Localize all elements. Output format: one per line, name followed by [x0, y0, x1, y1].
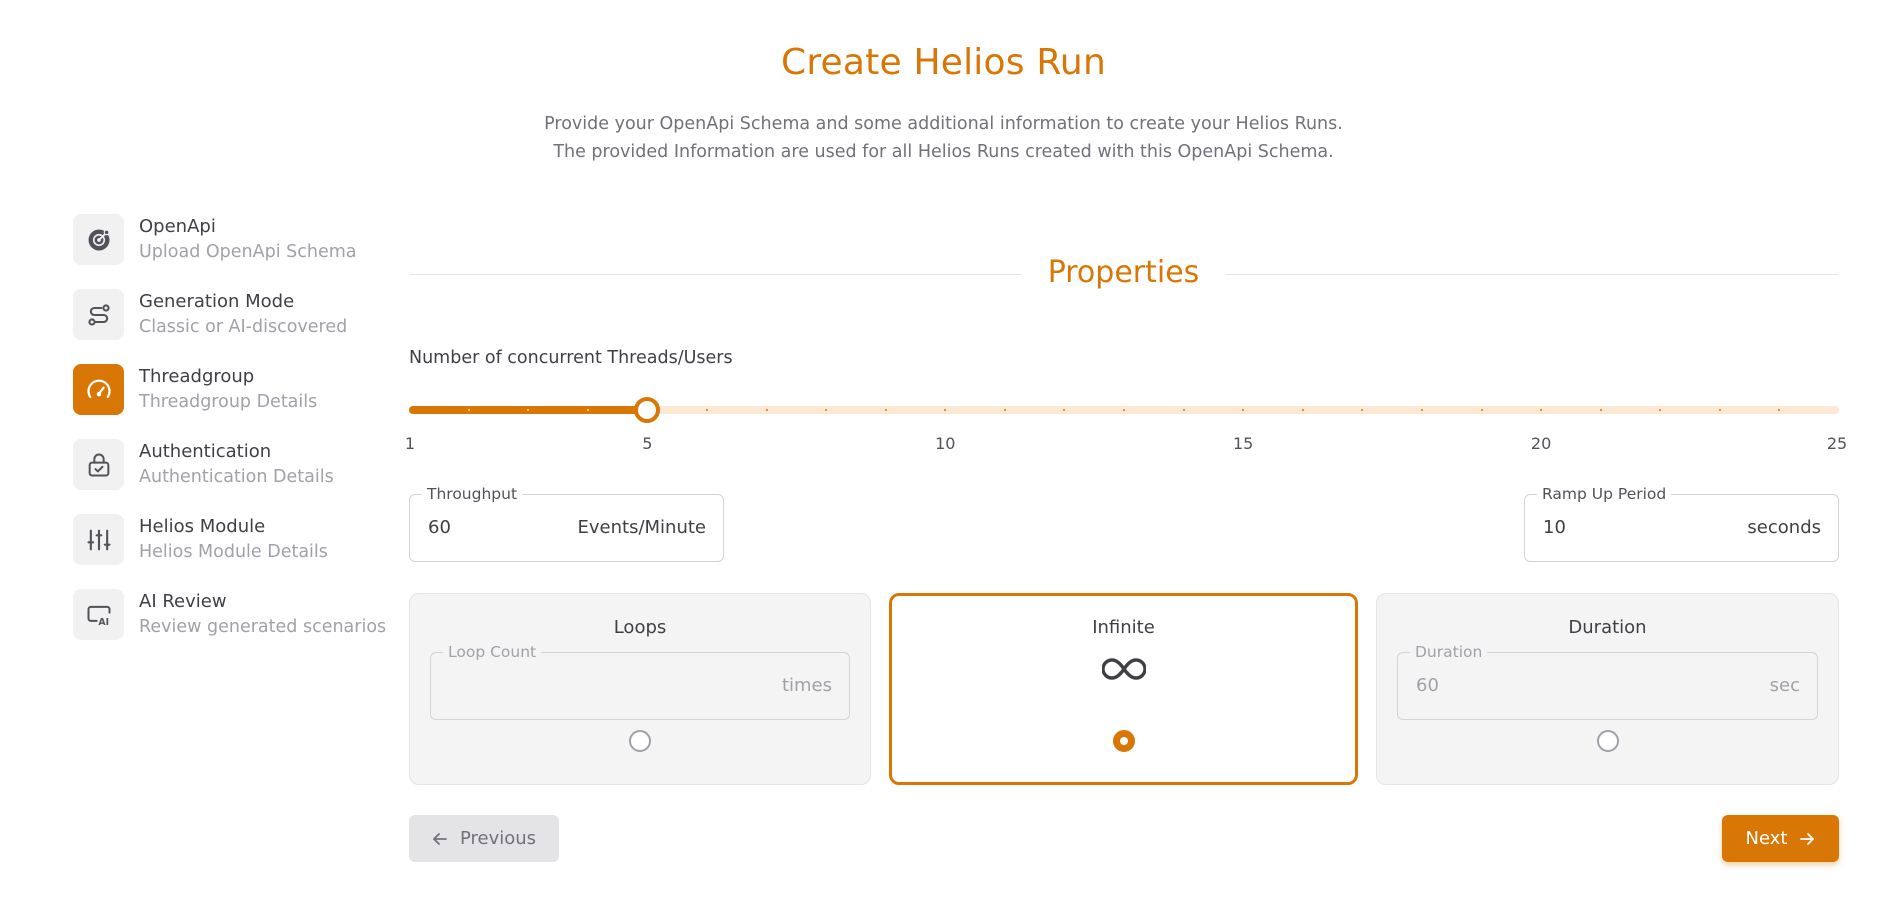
ramp-up-label: Ramp Up Period: [1537, 484, 1672, 504]
slider-thumb[interactable]: [634, 397, 661, 423]
ai-review-icon: AI: [73, 589, 124, 640]
step-generation-mode[interactable]: Generation Mode Classic or AI-discovered: [73, 289, 393, 341]
slider-tick: [1659, 409, 1662, 411]
slider-tick: [765, 409, 768, 411]
loops-radio[interactable]: [629, 730, 651, 752]
section-divider-left: [409, 274, 1021, 275]
slider-tick: [1420, 409, 1423, 411]
slider-mark: 10: [935, 434, 956, 453]
loops-card[interactable]: Loops Loop Count times: [409, 593, 871, 785]
throughput-unit: Events/Minute: [577, 517, 707, 538]
slider-mark: 25: [1826, 434, 1848, 453]
slider-mark: 5: [642, 434, 653, 453]
duration-unit: sec: [1769, 675, 1800, 696]
slider-tick: [1361, 409, 1364, 411]
infinite-title: Infinite: [1092, 617, 1155, 638]
step-title: Threadgroup: [139, 366, 255, 387]
loop-count-input[interactable]: [449, 675, 649, 696]
step-description: Threadgroup Details: [139, 392, 318, 412]
slider-tick: [1301, 409, 1304, 411]
slider-tick: [467, 409, 470, 411]
arrow-right-icon: [1800, 832, 1815, 845]
infinite-card[interactable]: Infinite: [889, 593, 1358, 785]
subtitle-line-1: Provide your OpenApi Schema and some add…: [544, 114, 1343, 134]
step-description: Review generated scenarios: [139, 617, 387, 637]
threads-slider[interactable]: [409, 397, 1839, 423]
route-icon: [73, 289, 124, 340]
step-title: Generation Mode: [139, 291, 295, 312]
arrow-left-icon: [433, 832, 447, 845]
section-divider-right: [1226, 274, 1839, 275]
next-label: Next: [1745, 828, 1788, 849]
slider-tick: [1480, 409, 1483, 411]
previous-button[interactable]: Previous: [409, 815, 559, 862]
slider-tick: [944, 409, 947, 411]
step-description: Classic or AI-discovered: [139, 317, 348, 337]
infinite-radio[interactable]: [1112, 730, 1135, 752]
step-description: Upload OpenApi Schema: [139, 242, 357, 262]
step-title: AI Review: [139, 591, 227, 612]
slider-tick: [1063, 409, 1066, 411]
throughput-field[interactable]: Throughput Events/Minute: [409, 484, 724, 562]
step-title: Helios Module: [139, 516, 266, 537]
infinity-icon: [1101, 658, 1146, 680]
slider-tick: [884, 409, 887, 411]
ramp-up-field[interactable]: Ramp Up Period seconds: [1524, 484, 1839, 562]
gauge-icon: [73, 364, 124, 415]
step-authentication[interactable]: Authentication Authentication Details: [73, 439, 393, 491]
step-openapi[interactable]: OpenApi Upload OpenApi Schema: [73, 214, 393, 266]
duration-card[interactable]: Duration Duration sec: [1376, 593, 1839, 785]
previous-label: Previous: [459, 828, 537, 849]
slider-tick: [1599, 409, 1602, 411]
slider-tick: [825, 409, 828, 411]
step-helios-module[interactable]: Helios Module Helios Module Details: [73, 514, 393, 566]
ramp-up-input[interactable]: [1543, 517, 1693, 538]
slider-mark: 15: [1232, 434, 1254, 453]
ramp-up-unit: seconds: [1747, 517, 1821, 538]
page-subtitle: Provide your OpenApi Schema and some add…: [0, 110, 1881, 166]
slider-tick: [1242, 409, 1245, 411]
slider-mark: 20: [1530, 434, 1552, 453]
slider-tick: [705, 409, 708, 411]
loop-count-label: Loop Count: [443, 642, 542, 662]
step-ai-review[interactable]: AI AI Review Review generated scenarios: [73, 589, 393, 641]
duration-field[interactable]: Duration sec: [1397, 642, 1818, 720]
duration-title: Duration: [1568, 617, 1647, 638]
step-title: Authentication: [139, 441, 272, 462]
threads-slider-label: Number of concurrent Threads/Users: [409, 348, 733, 368]
step-threadgroup[interactable]: Threadgroup Threadgroup Details: [73, 364, 393, 416]
step-description: Helios Module Details: [139, 542, 328, 562]
step-description: Authentication Details: [139, 467, 334, 487]
slider-mark: 1: [404, 434, 416, 453]
openapi-icon: [73, 214, 124, 265]
slider-tick: [1003, 409, 1006, 411]
duration-input[interactable]: [1416, 675, 1616, 696]
loop-count-unit: times: [781, 675, 832, 696]
page-title: Create Helios Run: [781, 42, 1106, 83]
section-title: Properties: [1047, 255, 1200, 290]
sliders-icon: [73, 514, 124, 565]
slider-tick: [1123, 409, 1125, 411]
loops-title: Loops: [613, 617, 667, 638]
lock-check-icon: [73, 439, 124, 490]
duration-radio[interactable]: [1596, 730, 1619, 752]
loop-count-field[interactable]: Loop Count times: [430, 642, 850, 720]
subtitle-line-2: The provided Information are used for al…: [553, 142, 1334, 162]
slider-tick: [1540, 409, 1543, 411]
svg-text:AI: AI: [98, 616, 109, 627]
slider-tick: [1182, 409, 1185, 411]
duration-label: Duration: [1410, 642, 1488, 662]
slider-tick: [1718, 409, 1721, 411]
throughput-input[interactable]: [428, 517, 578, 538]
step-title: OpenApi: [139, 216, 216, 237]
next-button[interactable]: Next: [1722, 815, 1839, 862]
throughput-label: Throughput: [422, 484, 523, 504]
slider-tick: [586, 409, 589, 411]
slider-tick: [1778, 409, 1781, 411]
